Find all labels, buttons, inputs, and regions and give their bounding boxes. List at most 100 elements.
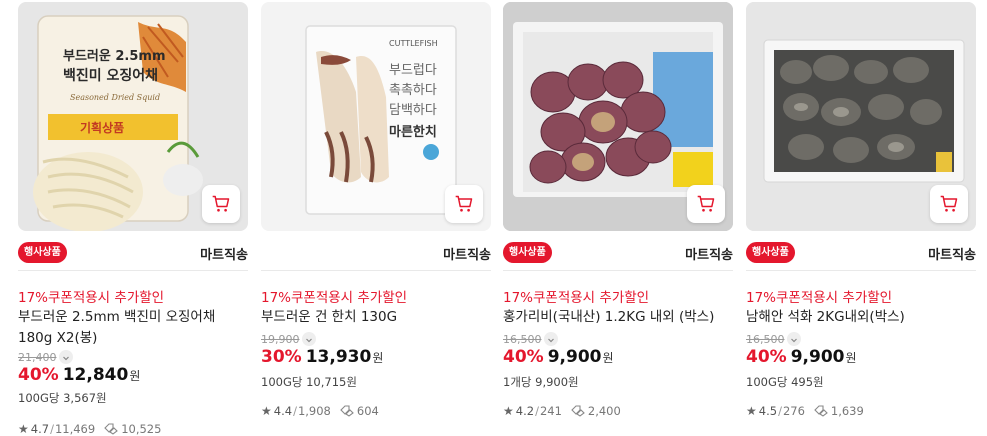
rating-value: 4.5: [758, 404, 778, 418]
original-price: 16,500: [746, 333, 785, 346]
rating-value: 4.4: [273, 404, 293, 418]
product-card[interactable]: 부드러운 2.5mm 백진미 오징어채 Seasoned Dried Squid…: [18, 2, 248, 436]
sale-price: 9,900: [547, 347, 602, 367]
tag-row: 마트직송: [261, 241, 491, 265]
price-detail-toggle[interactable]: [787, 332, 801, 346]
review-count[interactable]: 241: [540, 404, 562, 418]
star-icon: ★: [18, 422, 29, 436]
discount-rate: 40%: [503, 347, 544, 367]
price-detail-toggle[interactable]: [59, 350, 73, 364]
tag-row: 행사상품 마트직송: [746, 241, 976, 265]
rating-row: ★ 4.2 / 241 2,400: [503, 404, 621, 418]
review-count[interactable]: 11,469: [55, 422, 95, 436]
purchase-count: 2,400: [587, 404, 621, 418]
unit-price: 100G당 495원: [746, 375, 824, 389]
svg-text:부드럽다: 부드럽다: [389, 63, 437, 78]
purchase-tag-icon: [340, 405, 354, 417]
sale-price: 13,930: [305, 347, 372, 367]
star-icon: ★: [261, 404, 272, 418]
currency: 원: [602, 351, 614, 365]
add-to-cart-button[interactable]: [687, 185, 725, 223]
chevron-down-icon: [548, 338, 554, 343]
cart-icon: [212, 195, 230, 212]
divider: [503, 270, 733, 271]
rating-row: ★ 4.7 / 11,469 10,525: [18, 422, 162, 436]
purchase-tag-icon: [814, 405, 828, 417]
discount-rate: 30%: [261, 347, 302, 367]
product-name[interactable]: 남해안 석화 2KG내외(박스): [746, 307, 976, 328]
purchase-count: 1,639: [830, 404, 864, 418]
currency: 원: [129, 369, 141, 383]
svg-text:촉촉하다: 촉촉하다: [389, 83, 437, 98]
svg-text:담백하다: 담백하다: [389, 103, 437, 118]
rating-value: 4.2: [515, 404, 535, 418]
review-count[interactable]: 1,908: [298, 404, 331, 418]
shipping-label: 마트직송: [685, 248, 733, 263]
currency: 원: [372, 351, 384, 365]
product-name[interactable]: 부드러운 2.5mm 백진미 오징어채 180g X2(봉): [18, 307, 248, 349]
svg-text:기획상품: 기획상품: [80, 120, 124, 135]
product-card[interactable]: 행사상품 마트직송 17%쿠폰적용시 추가할인 홍가리비(국내산) 1.2KG …: [503, 2, 733, 418]
add-to-cart-button[interactable]: [202, 185, 240, 223]
star-icon: ★: [746, 404, 757, 418]
star-icon: ★: [503, 404, 514, 418]
product-image[interactable]: [503, 2, 733, 231]
purchase-tag-icon: [104, 423, 119, 435]
purchase-tag-icon: [571, 405, 585, 417]
rating-row: ★ 4.4 / 1,908 604: [261, 404, 379, 418]
discount-rate: 40%: [746, 347, 787, 367]
product-name[interactable]: 부드러운 건 한치 130G: [261, 307, 491, 328]
purchase-count: 604: [356, 404, 379, 418]
add-to-cart-button[interactable]: [445, 185, 483, 223]
promo-text: 17%쿠폰적용시 추가할인: [746, 290, 893, 306]
product-image[interactable]: [746, 2, 976, 231]
original-price: 19,900: [261, 333, 300, 346]
divider: [261, 270, 491, 271]
discount-rate: 40%: [18, 365, 59, 385]
cart-icon: [940, 195, 958, 212]
unit-price: 100G당 3,567원: [18, 391, 107, 405]
tag-row: 행사상품 마트직송: [18, 241, 248, 265]
shipping-label: 마트직송: [200, 248, 248, 263]
promo-text: 17%쿠폰적용시 추가할인: [503, 290, 650, 306]
svg-text:Seasoned Dried Squid: Seasoned Dried Squid: [70, 93, 160, 102]
price-row: 40% 9,900원: [746, 347, 857, 367]
product-image[interactable]: CUTTLEFISH 부드럽다 촉촉하다 담백하다 마른한치: [261, 2, 491, 231]
price-row: 40% 12,840원: [18, 365, 140, 385]
sale-price: 9,900: [790, 347, 845, 367]
currency: 원: [845, 351, 857, 365]
price-detail-toggle[interactable]: [302, 332, 316, 346]
price-row: 40% 9,900원: [503, 347, 614, 367]
rating-row: ★ 4.5 / 276 1,639: [746, 404, 864, 418]
promo-text: 17%쿠폰적용시 추가할인: [261, 290, 408, 306]
product-image[interactable]: 부드러운 2.5mm 백진미 오징어채 Seasoned Dried Squid…: [18, 2, 248, 231]
add-to-cart-button[interactable]: [930, 185, 968, 223]
tag-row: 행사상품 마트직송: [503, 241, 733, 265]
svg-text:CUTTLEFISH: CUTTLEFISH: [389, 39, 438, 48]
product-card[interactable]: CUTTLEFISH 부드럽다 촉촉하다 담백하다 마른한치 마트직송 17%쿠…: [261, 2, 491, 418]
original-price: 16,500: [503, 333, 542, 346]
unit-price: 1개당 9,900원: [503, 375, 579, 389]
chevron-down-icon: [791, 338, 797, 343]
chevron-down-icon: [63, 356, 69, 361]
divider: [18, 270, 248, 271]
cart-icon: [455, 195, 473, 212]
divider: [746, 270, 976, 271]
rating-value: 4.7: [30, 422, 50, 436]
shipping-label: 마트직송: [443, 248, 491, 263]
event-badge: 행사상품: [746, 242, 795, 263]
unit-price: 100G당 10,715원: [261, 375, 357, 389]
review-count[interactable]: 276: [783, 404, 805, 418]
svg-text:백진미 오징어채: 백진미 오징어채: [63, 67, 158, 84]
original-price: 21,400: [18, 351, 57, 364]
event-badge: 행사상품: [503, 242, 552, 263]
cart-icon: [697, 195, 715, 212]
sale-price: 12,840: [62, 365, 129, 385]
product-name[interactable]: 홍가리비(국내산) 1.2KG 내외 (박스): [503, 307, 733, 328]
svg-text:마른한치: 마른한치: [389, 124, 437, 140]
product-card[interactable]: 행사상품 마트직송 17%쿠폰적용시 추가할인 남해안 석화 2KG내외(박스)…: [746, 2, 976, 418]
event-badge: 행사상품: [18, 242, 67, 263]
svg-text:부드러운 2.5mm: 부드러운 2.5mm: [63, 48, 166, 64]
price-detail-toggle[interactable]: [544, 332, 558, 346]
chevron-down-icon: [306, 338, 312, 343]
